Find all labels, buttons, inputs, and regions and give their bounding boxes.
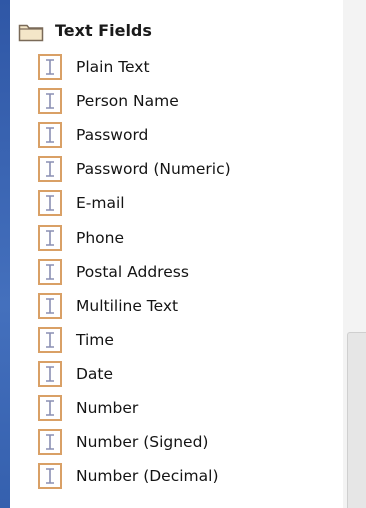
palette-item[interactable]: Number (Signed)	[38, 429, 328, 456]
text-field-icon	[38, 190, 62, 217]
palette-item-label: Multiline Text	[76, 296, 179, 315]
palette-item-label: Postal Address	[76, 262, 189, 281]
palette-item[interactable]: Postal Address	[38, 258, 328, 285]
palette-item-label: E-mail	[76, 194, 125, 213]
text-field-icon	[38, 395, 62, 421]
text-field-icon	[38, 463, 62, 490]
palette-item-label: Date	[76, 364, 114, 383]
palette-item-label: Number	[76, 399, 139, 417]
palette-item-label: Phone	[76, 228, 125, 247]
desktop-background-edge	[0, 0, 10, 508]
palette-item-label: Password (Numeric)	[76, 160, 231, 179]
palette-item[interactable]: Password (Numeric)	[38, 156, 328, 183]
palette-item-label: Person Name	[76, 92, 179, 111]
panel-scrollbar-thumb[interactable]	[347, 332, 366, 508]
text-field-icon	[38, 122, 62, 149]
text-field-icon	[38, 258, 62, 285]
palette-item[interactable]: Person Name	[38, 88, 328, 115]
palette-item-label: Number (Signed)	[76, 433, 209, 452]
palette-item-label: Password	[76, 126, 149, 145]
text-field-icon	[38, 292, 62, 319]
text-field-icon	[38, 429, 62, 456]
palette-item-label: Plain Text	[76, 58, 150, 76]
palette-item[interactable]: Phone	[38, 224, 328, 251]
text-field-icon	[38, 54, 62, 80]
palette-item[interactable]: Number	[38, 395, 328, 421]
palette-item-label: Time	[76, 330, 114, 349]
palette-item[interactable]: Multiline Text	[38, 292, 328, 319]
text-field-icon	[38, 156, 62, 183]
text-field-icon	[38, 326, 62, 353]
folder-icon	[18, 24, 44, 42]
palette-item-label: Number (Decimal)	[76, 467, 219, 486]
palette-item[interactable]: Number (Decimal)	[38, 463, 328, 490]
palette-item[interactable]: Date	[38, 360, 328, 387]
text-field-icon	[38, 360, 62, 387]
palette-item[interactable]: E-mail	[38, 190, 328, 217]
category-title: Text Fields	[55, 21, 152, 40]
palette-item[interactable]: Plain Text	[38, 54, 328, 80]
text-field-icon	[38, 224, 62, 251]
palette-item[interactable]: Time	[38, 326, 328, 353]
palette-item[interactable]: Password	[38, 122, 328, 149]
text-field-icon	[38, 88, 62, 115]
